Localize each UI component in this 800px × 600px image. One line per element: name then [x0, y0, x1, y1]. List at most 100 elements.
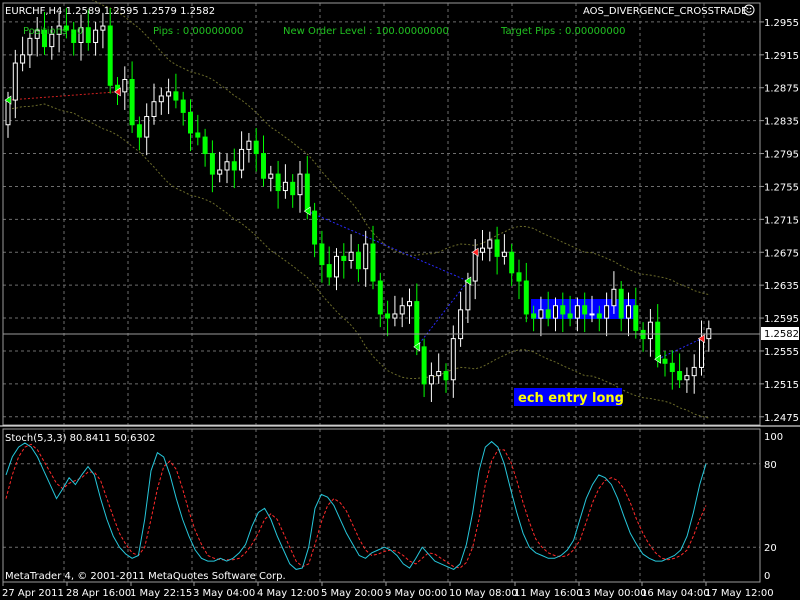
- candle-body-bull: [20, 54, 26, 64]
- candle-body-bear: [370, 243, 376, 282]
- candle-body-bull: [538, 309, 544, 319]
- candle-body-bear: [582, 305, 588, 315]
- candle-body-bull: [144, 116, 150, 138]
- smiley-eye-icon: [749, 7, 752, 10]
- candle-body-bull: [392, 313, 398, 319]
- time-tick-label: 4 May 12:00: [257, 588, 319, 599]
- candle-body-bull: [93, 29, 99, 43]
- candle-body-bull: [151, 101, 157, 118]
- candle-body-bear: [545, 309, 551, 319]
- candle-body-bull: [217, 169, 223, 175]
- candle-body-bull: [647, 321, 653, 340]
- candle-body-bull: [166, 91, 172, 97]
- candle-body-bear: [669, 362, 675, 373]
- candle-body-bull: [122, 79, 128, 93]
- candle-body-bull: [574, 305, 580, 319]
- candle-body-bull: [12, 62, 18, 101]
- candle-body-bull: [27, 37, 33, 56]
- candle-body-bear: [377, 280, 383, 315]
- candle-body-bear: [662, 358, 668, 364]
- candle-body-bear: [633, 305, 639, 331]
- time-tick-label: 17 May 12:00: [705, 588, 774, 599]
- candle-body-bear: [312, 210, 318, 245]
- candle-body-bear: [414, 301, 420, 348]
- candle-body-bear: [231, 161, 237, 171]
- candle-body-bull: [246, 140, 252, 150]
- candle-body-bull: [268, 173, 274, 179]
- candle-body-bull: [297, 173, 303, 196]
- price-tick-label: 1.2515: [764, 380, 799, 391]
- candle-body-bear: [195, 132, 201, 138]
- stoch-level-label: 20: [764, 543, 777, 554]
- stoch-level-label: 80: [764, 460, 777, 471]
- candle-body-bear: [421, 346, 427, 385]
- candle-body-bear: [596, 313, 602, 319]
- candle-body-bear: [253, 140, 259, 155]
- candle-body-bear: [136, 124, 142, 138]
- candle-body-bull: [158, 95, 164, 103]
- candle-body-bear: [677, 371, 683, 381]
- candle-body-bear: [173, 91, 179, 101]
- candle-body-bull: [407, 301, 412, 307]
- candle-body-bear: [180, 99, 186, 113]
- candle-body-bear: [129, 79, 135, 126]
- stoch-label: Stoch(5,3,3) 80.8411 50.6302: [5, 433, 156, 444]
- price-tick-label: 1.2555: [764, 347, 799, 358]
- candle-body-bear: [341, 255, 347, 261]
- candle-body-bear: [443, 371, 449, 381]
- candle-body-bull: [611, 288, 617, 307]
- price-tick-label: 1.2635: [764, 281, 799, 292]
- price-tick-label: 1.2715: [764, 215, 799, 226]
- candle-body-bear: [275, 173, 281, 192]
- entry-label: ech entry long: [518, 391, 624, 406]
- candle-body-bull: [363, 243, 369, 270]
- candle-body-bull: [699, 338, 704, 368]
- candle-body-bull: [604, 305, 610, 319]
- price-tick-label: 1.2955: [764, 18, 799, 29]
- candle-body-bull: [472, 251, 478, 282]
- new-order-level-label: New Order Level : 100.00000000: [283, 26, 449, 37]
- price-tick-label: 1.2795: [764, 150, 799, 161]
- candle-body-bull: [282, 181, 288, 192]
- candle-body-bear: [107, 25, 113, 86]
- candle-body-bull: [691, 366, 697, 377]
- copyright: MetaTrader 4, © 2001-2011 MetaQuotes Sof…: [5, 571, 286, 582]
- time-tick-label: 16 May 04:00: [641, 588, 710, 599]
- candle-body-bear: [202, 136, 208, 155]
- candle-body-bull: [480, 247, 485, 253]
- candle-body-bear: [304, 173, 310, 212]
- candle-body-bull: [553, 305, 558, 319]
- candle-body-bear: [326, 264, 332, 278]
- candle-body-bull: [501, 251, 507, 257]
- price-tick-label: 1.2675: [764, 248, 799, 259]
- candle-body-bear: [85, 27, 91, 43]
- candle-body-bear: [655, 321, 661, 360]
- candle-body-bull: [428, 375, 434, 385]
- candle-body-bear: [261, 153, 266, 179]
- current-price-label: 1.2582: [764, 329, 799, 340]
- candle-body-bull: [399, 305, 405, 315]
- price-tick-label: 1.2875: [764, 84, 799, 95]
- chart-window[interactable]: 1.2955 1.2915 1.2875 1.2835 1.2795 1.2755 1.27…: [0, 0, 800, 600]
- candle-body-bear: [640, 329, 646, 340]
- stoch-level-label: 100: [764, 432, 783, 443]
- candle-body-bear: [567, 313, 573, 319]
- price-tick-label: 1.2915: [764, 51, 799, 62]
- candle-body-bear: [188, 111, 193, 134]
- smiley-eye-icon: [746, 7, 749, 10]
- symbol-info: EURCHF,H4 1.2589 1.2595 1.2579 1.2582: [5, 6, 215, 17]
- candle-body-bull: [684, 375, 690, 381]
- candle-body-bear: [290, 181, 296, 196]
- pips-label: Pips : 0.00000000: [153, 26, 243, 37]
- candle-body-bull: [487, 239, 493, 249]
- candle-body-bear: [509, 251, 515, 274]
- candle-body-bear: [560, 305, 566, 315]
- price-tick-label: 1.2475: [764, 413, 799, 424]
- price-tick-label: 1.2595: [764, 314, 799, 325]
- candle-body-bear: [523, 280, 529, 315]
- candle-body-bull: [239, 148, 245, 171]
- target-pips-label: Target Pips : 0.00000000: [500, 26, 625, 37]
- candle-body-bull: [465, 280, 471, 311]
- candle-body-bull: [436, 371, 442, 377]
- stoch-level-label: 0: [764, 571, 770, 582]
